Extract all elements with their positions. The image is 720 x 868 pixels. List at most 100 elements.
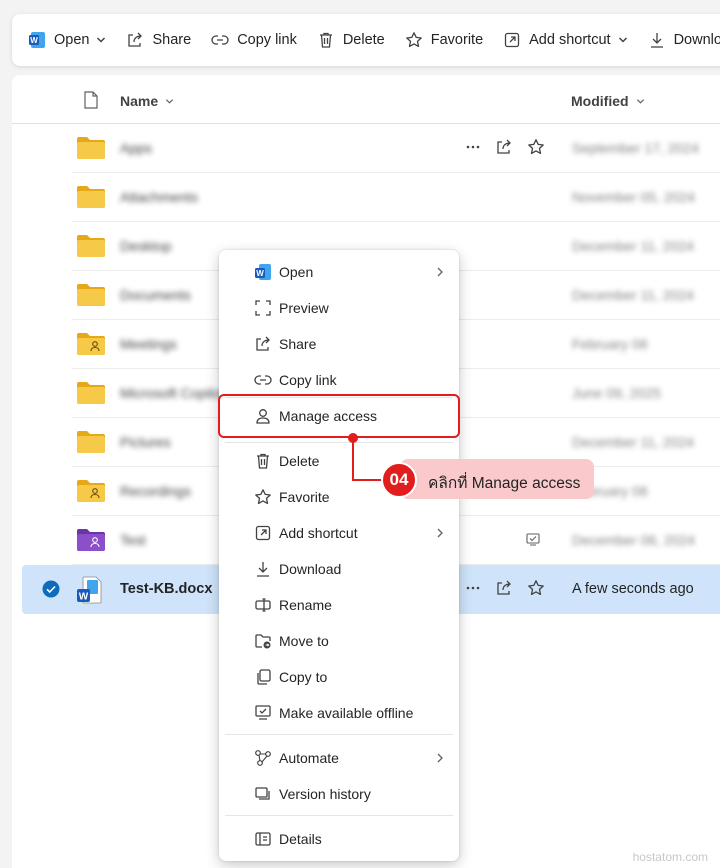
row-name[interactable]: Documents [120, 287, 191, 303]
name-header-label: Name [120, 93, 159, 109]
menu-item-label: Automate [279, 750, 339, 766]
modified-column-header[interactable]: Modified [571, 93, 645, 109]
row-name[interactable]: Desktop [120, 238, 171, 254]
menu-item-label: Rename [279, 597, 332, 613]
row-name[interactable]: Microsoft Copilot [120, 385, 224, 401]
chevron-right-icon [436, 528, 444, 538]
row-modified: December 11, 2024 [572, 287, 694, 303]
menu-item-label: Download [279, 561, 342, 577]
star-icon [405, 31, 423, 49]
watermark: hostatom.com [632, 850, 708, 864]
row-name[interactable]: Test-KB.docx [120, 581, 212, 597]
row-name[interactable]: Pictures [120, 434, 171, 450]
checkmark-circle-icon[interactable] [42, 580, 60, 598]
details-icon [254, 830, 272, 848]
row-name[interactable]: Recordings [120, 483, 191, 499]
copy-icon [254, 668, 272, 686]
share-icon [126, 31, 144, 49]
trash-icon [254, 452, 272, 470]
menu-item-copy-link[interactable]: Copy link [219, 363, 459, 397]
row-modified: December 11, 2024 [572, 238, 694, 254]
menu-item-add-shortcut[interactable]: Add shortcut [219, 516, 459, 550]
star-icon[interactable] [527, 579, 545, 597]
row-modified: February 08 [572, 336, 648, 352]
row-modified: December 08, 2024 [572, 532, 695, 548]
table-row[interactable]: Apps September 17, 2024 [72, 124, 720, 173]
menu-item-rename[interactable]: Rename [219, 588, 459, 622]
download-button[interactable]: Download [648, 22, 720, 58]
download-label: Download [673, 32, 720, 48]
menu-item-copy-to[interactable]: Copy to [219, 660, 459, 694]
name-column-header[interactable]: Name [120, 93, 174, 109]
more-icon[interactable] [465, 580, 481, 596]
callout-step-number: 04 [381, 462, 417, 498]
row-name[interactable]: Attachments [120, 189, 198, 205]
rename-icon [254, 596, 272, 614]
command-bar: W Open Share Copy link Delete Favorite A… [12, 14, 720, 66]
menu-item-label: Make available offline [279, 705, 414, 721]
svg-text:W: W [256, 269, 264, 278]
menu-item-automate[interactable]: Automate [219, 741, 459, 775]
add-shortcut-button[interactable]: Add shortcut [503, 22, 636, 58]
star-icon[interactable] [527, 138, 545, 156]
open-button[interactable]: W Open [28, 22, 115, 58]
more-icon[interactable] [465, 139, 481, 155]
menu-item-label: Copy link [279, 372, 337, 388]
add-shortcut-label: Add shortcut [529, 32, 611, 48]
chevron-right-icon [436, 753, 444, 763]
menu-item-version-history[interactable]: Version history [219, 777, 459, 811]
row-name[interactable]: Apps [120, 140, 152, 156]
row-modified: A few seconds ago [572, 581, 694, 597]
favorite-label: Favorite [430, 32, 484, 48]
menu-divider [225, 734, 453, 735]
menu-item-move-to[interactable]: Move to [219, 624, 459, 658]
row-modified: September 17, 2024 [572, 140, 699, 156]
delete-button[interactable]: Delete [317, 22, 394, 58]
menu-item-label: Open [279, 264, 314, 280]
menu-item-label: Move to [279, 633, 329, 649]
table-row[interactable]: Attachments November 05, 2024 [72, 173, 720, 222]
folder-icon [76, 283, 106, 307]
list-header: Name Modified [12, 75, 720, 124]
menu-item-label: Copy to [279, 669, 328, 685]
word-icon: W [28, 31, 46, 49]
menu-item-details[interactable]: Details [219, 822, 459, 856]
share-icon[interactable] [495, 579, 513, 597]
download-icon [648, 31, 666, 49]
menu-item-preview[interactable]: Preview [219, 291, 459, 325]
copy-link-button[interactable]: Copy link [211, 22, 306, 58]
menu-divider [225, 442, 453, 443]
menu-item-label: Preview [279, 300, 329, 316]
chevron-down-icon [96, 35, 106, 45]
share-label: Share [152, 32, 192, 48]
chevron-down-icon [165, 97, 174, 106]
menu-item-label: Delete [279, 453, 320, 469]
shared-folder-icon [76, 479, 106, 503]
row-modified: December 11, 2024 [572, 434, 694, 450]
row-name[interactable]: Test [120, 532, 146, 548]
menu-item-make-available-offline[interactable]: Make available offline [219, 696, 459, 730]
menu-item-download[interactable]: Download [219, 552, 459, 586]
link-icon [254, 371, 272, 389]
folder-icon [76, 234, 106, 258]
shortcut-icon [254, 524, 272, 542]
share-button[interactable]: Share [126, 22, 200, 58]
share-icon[interactable] [495, 138, 513, 156]
chevron-down-icon [636, 97, 645, 106]
menu-item-open[interactable]: W Open [219, 255, 459, 289]
modified-header-label: Modified [571, 93, 629, 109]
shared-folder-icon [76, 528, 106, 552]
offline-sync-icon [525, 532, 541, 548]
link-icon [211, 31, 229, 49]
move-folder-icon [254, 632, 272, 650]
row-actions [465, 138, 545, 156]
favorite-button[interactable]: Favorite [405, 22, 492, 58]
open-label: Open [54, 32, 90, 48]
row-name[interactable]: Meetings [120, 336, 177, 352]
menu-item-share[interactable]: Share [219, 327, 459, 361]
word-icon: W [254, 263, 272, 281]
offline-sync-icon [254, 704, 272, 722]
folder-icon [76, 430, 106, 454]
preview-icon [254, 299, 272, 317]
copy-link-label: Copy link [237, 32, 297, 48]
